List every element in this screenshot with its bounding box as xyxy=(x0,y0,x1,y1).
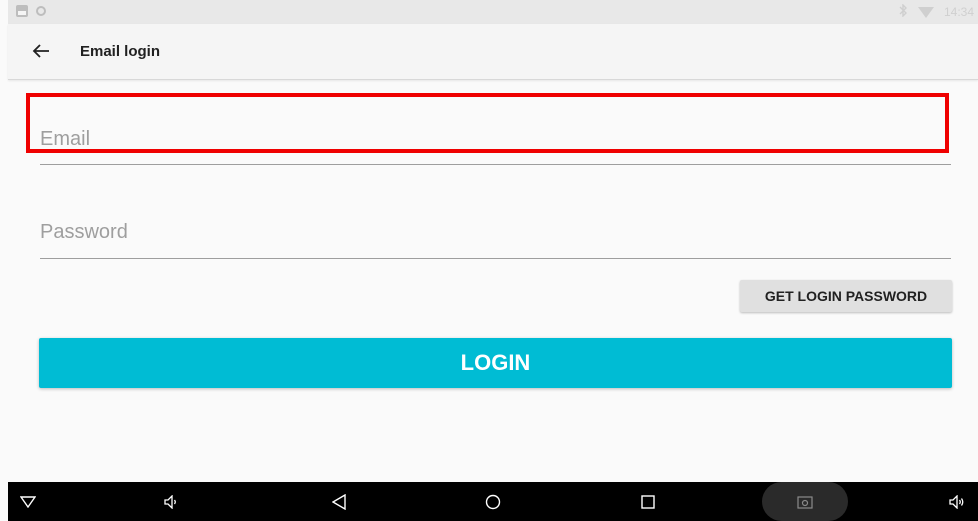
app-bar: Email login xyxy=(8,24,978,80)
password-field[interactable] xyxy=(40,212,951,259)
screen: 14:34 Email login GET LOGIN PASSWORD LOG… xyxy=(0,0,978,521)
get-login-password-button[interactable]: GET LOGIN PASSWORD xyxy=(740,280,952,312)
status-left xyxy=(16,5,46,17)
back-icon[interactable] xyxy=(324,482,354,521)
page-title: Email login xyxy=(80,43,161,60)
login-button[interactable]: LOGIN xyxy=(39,338,952,388)
home-icon[interactable] xyxy=(478,482,508,521)
status-time: 14:34 xyxy=(943,5,974,19)
status-bar: 14:34 xyxy=(8,0,978,24)
email-field[interactable] xyxy=(40,120,951,165)
password-input[interactable] xyxy=(40,212,951,252)
wifi-icon xyxy=(917,6,934,18)
image-icon xyxy=(16,5,28,17)
collapse-icon[interactable] xyxy=(14,482,42,521)
navigation-bar xyxy=(8,482,978,521)
email-input[interactable] xyxy=(40,120,951,158)
circle-icon xyxy=(36,6,46,16)
arrow-left-icon[interactable] xyxy=(28,38,54,64)
bluetooth-icon xyxy=(898,3,908,20)
screenshot-icon[interactable] xyxy=(790,482,820,521)
status-right: 14:34 xyxy=(898,3,974,20)
volume-down-icon[interactable] xyxy=(156,482,186,521)
volume-up-icon[interactable] xyxy=(942,482,972,521)
recents-icon[interactable] xyxy=(633,482,663,521)
login-form: GET LOGIN PASSWORD LOGIN xyxy=(8,80,978,482)
